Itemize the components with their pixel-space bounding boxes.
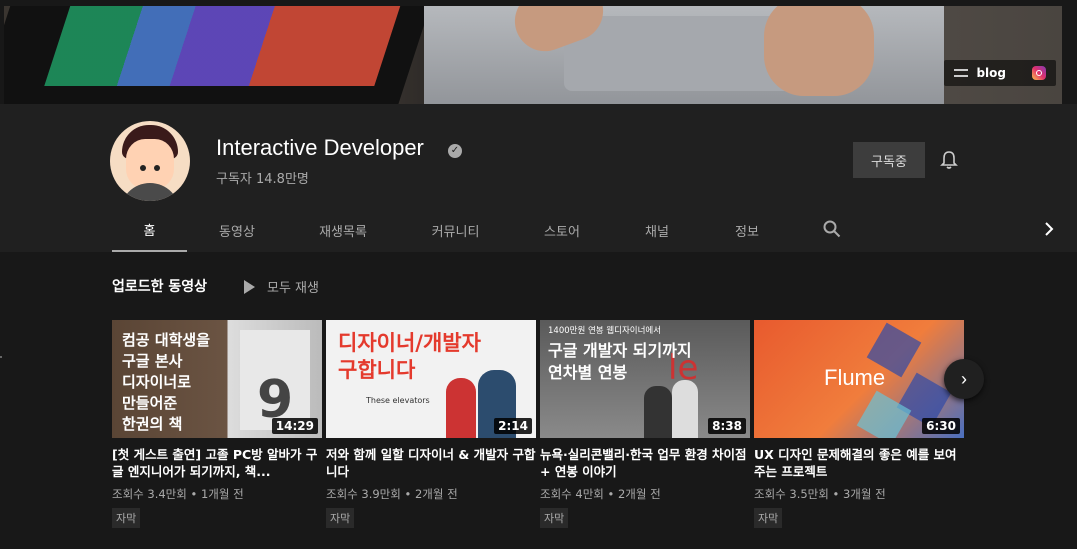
video-title[interactable]: [첫 게스트 출연] 고졸 PC방 알바가 구글 엔지니어가 되기까지, 책..… — [112, 446, 322, 480]
subscribed-button[interactable]: 구독중 — [853, 142, 925, 178]
next-videos-button[interactable]: › — [944, 359, 984, 399]
video-meta: 조회수 3.9만회 • 2개월 전 — [326, 487, 458, 501]
video-title[interactable]: UX 디자인 문제해결의 좋은 예를 보여주는 프로젝트 — [754, 446, 964, 480]
play-all-label: 모두 재생 — [267, 281, 319, 296]
video-meta: 조회수 3.5만회 • 3개월 전 — [754, 487, 886, 501]
banner-links: blog — [944, 60, 1056, 86]
subscriber-count: 구독자 14.8만명 — [216, 172, 309, 187]
search-icon[interactable] — [823, 220, 841, 238]
video-meta: 조회수 4만회 • 2개월 전 — [540, 487, 661, 501]
video-card[interactable]: These elevators 디자이너/개발자 구합니다 2:14 저와 함께… — [326, 320, 536, 528]
caption-badge: 자막 — [540, 508, 569, 528]
video-title[interactable]: 뉴욕·실리콘밸리·한국 업무 환경 차이점 + 연봉 이야기 — [540, 446, 750, 480]
play-icon — [244, 279, 255, 294]
thumbnail-text: 컴공 대학생을 구글 본사 디자이너로 만들어준 한권의 책 — [122, 331, 211, 433]
tab-community[interactable]: 커뮤니티 — [399, 209, 512, 252]
video-card[interactable]: le 1400만원 연봉 웹디자이너에서 구글 개발자 되기까지 연차별 연봉 … — [540, 320, 750, 528]
blog-link[interactable]: blog — [976, 66, 1006, 80]
video-duration: 8:38 — [708, 418, 746, 434]
thumbnail-subtext: 1400만원 연봉 웹디자이너에서 — [548, 326, 662, 336]
thumbnail-subtext: These elevators — [366, 396, 430, 405]
tab-channels[interactable]: 채널 — [612, 209, 702, 252]
tab-home[interactable]: 홈 — [112, 209, 187, 252]
video-thumbnail[interactable]: These elevators 디자이너/개발자 구합니다 2:14 — [326, 320, 536, 438]
thumbnail-text: 구글 개발자 되기까지 연차별 연봉 — [548, 341, 692, 382]
video-duration: 14:29 — [271, 418, 318, 434]
instagram-icon[interactable] — [1032, 66, 1046, 80]
channel-header: Interactive Developer ✓ 구독자 14.8만명 구독중 홈… — [0, 104, 1077, 252]
thumbnail-text: Flume — [824, 365, 886, 390]
banner-tablet-image — [4, 6, 437, 104]
video-thumbnail[interactable]: le 1400만원 연봉 웹디자이너에서 구글 개발자 되기까지 연차별 연봉 … — [540, 320, 750, 438]
video-thumbnail[interactable]: Flume 6:30 — [754, 320, 964, 438]
caption-badge: 자막 — [754, 508, 783, 528]
video-card[interactable]: 9 컴공 대학생을 구글 본사 디자이너로 만들어준 한권의 책 14:29 [… — [112, 320, 322, 528]
tab-playlists[interactable]: 재생목록 — [287, 209, 399, 252]
tab-about[interactable]: 정보 — [702, 209, 792, 252]
video-title[interactable]: 저와 함께 일할 디자이너 & 개발자 구합니다 — [326, 446, 536, 480]
channel-tabs: 홈 동영상 재생목록 커뮤니티 스토어 채널 정보 — [112, 209, 792, 252]
blog-icon[interactable] — [954, 69, 969, 77]
play-all-button[interactable]: 모두 재생 — [244, 277, 319, 296]
thumbnail-text: 디자이너/개발자 구합니다 — [338, 331, 481, 382]
bell-icon[interactable] — [940, 150, 958, 170]
video-card[interactable]: Flume 6:30 UX 디자인 문제해결의 좋은 예를 보여주는 프로젝트 … — [754, 320, 964, 528]
tab-store[interactable]: 스토어 — [512, 209, 612, 252]
channel-name: Interactive Developer — [216, 135, 424, 160]
video-duration: 6:30 — [922, 418, 960, 434]
tab-videos[interactable]: 동영상 — [187, 209, 287, 252]
channel-banner: blog — [4, 6, 1062, 104]
video-meta: 조회수 3.4만회 • 1개월 전 — [112, 487, 244, 501]
caption-badge: 자막 — [326, 508, 355, 528]
video-duration: 2:14 — [494, 418, 532, 434]
avatar[interactable] — [110, 121, 190, 201]
chevron-right-icon[interactable] — [1040, 220, 1058, 238]
section-title[interactable]: 업로드한 동영상 — [112, 276, 207, 296]
video-thumbnail[interactable]: 9 컴공 대학생을 구글 본사 디자이너로 만들어준 한권의 책 14:29 — [112, 320, 322, 438]
caption-badge: 자막 — [112, 508, 141, 528]
verified-icon: ✓ — [448, 144, 462, 158]
